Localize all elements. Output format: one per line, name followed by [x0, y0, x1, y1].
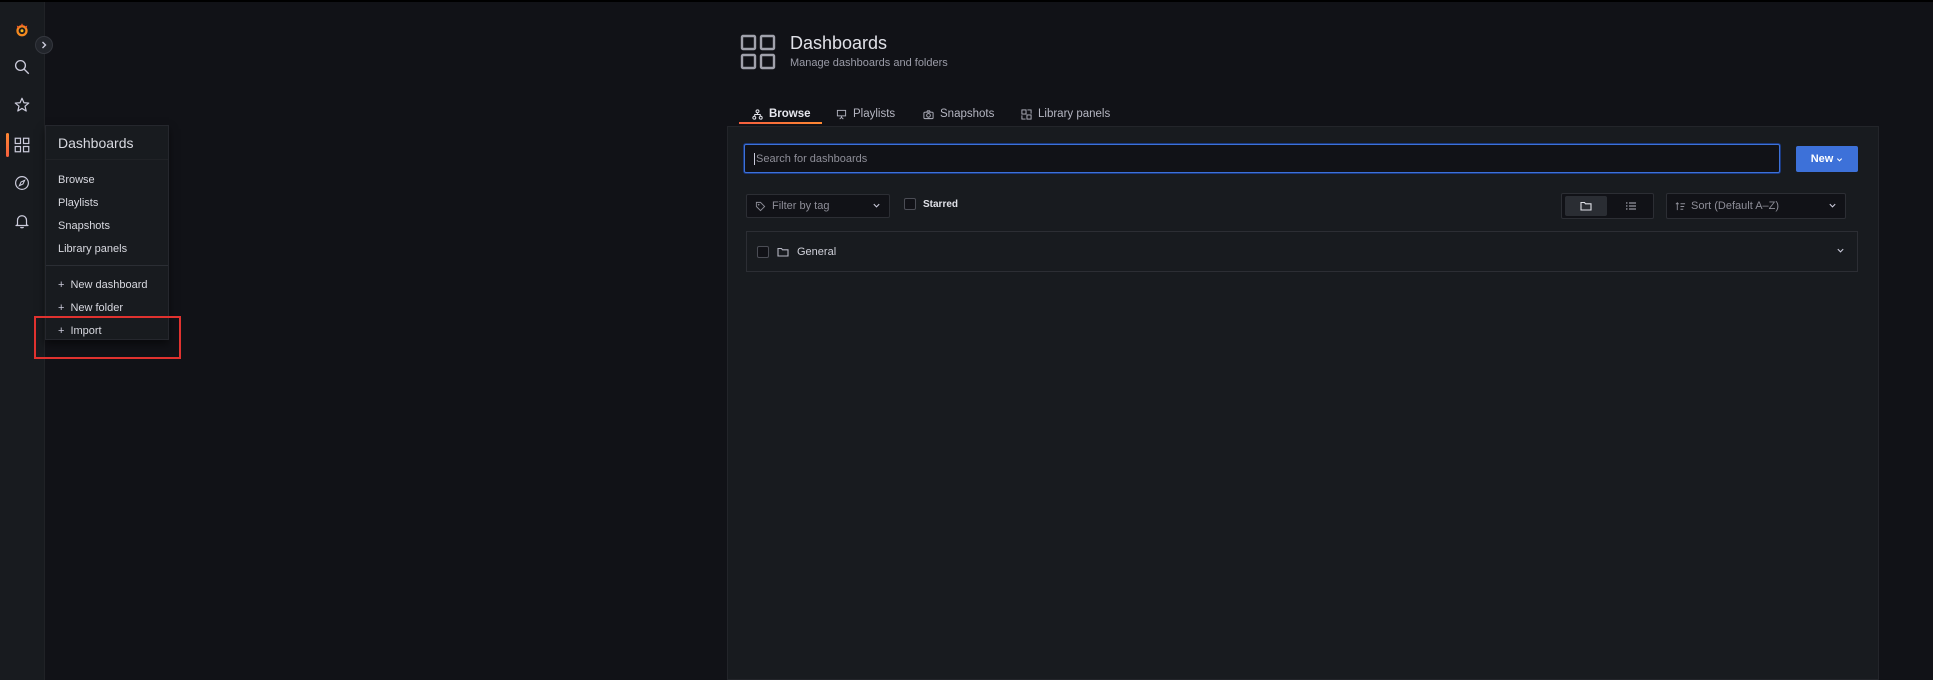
active-indicator	[6, 133, 9, 157]
flyout-item-label: New folder	[70, 302, 124, 314]
sort-select[interactable]: Sort (Default A–Z)	[1666, 193, 1846, 219]
presentation-icon	[836, 109, 847, 119]
flyout-item-snapshots[interactable]: Snapshots	[58, 220, 110, 232]
annotation-highlight-box	[34, 316, 181, 359]
sort-label: Sort (Default A–Z)	[1691, 200, 1780, 212]
page-subtitle: Manage dashboards and folders	[790, 57, 948, 69]
sitemap-icon	[752, 108, 763, 120]
divider	[46, 159, 168, 160]
flyout-item-library-panels[interactable]: Library panels	[58, 243, 127, 255]
new-button[interactable]: New	[1796, 146, 1858, 172]
flyout-item-new-dashboard[interactable]: + New dashboard	[58, 279, 148, 291]
starred-checkbox[interactable]	[904, 198, 916, 210]
flyout-item-playlists[interactable]: Playlists	[58, 197, 98, 209]
flyout-item-browse[interactable]: Browse	[58, 174, 95, 186]
flyout-title[interactable]: Dashboards	[58, 135, 134, 151]
tag-filter-placeholder: Filter by tag	[772, 200, 830, 212]
tab-library-panels[interactable]: Library panels	[1021, 103, 1110, 125]
folder-row-general[interactable]: General	[746, 231, 1858, 272]
folder-icon	[1580, 201, 1592, 211]
folder-name: General	[797, 245, 837, 258]
plus-icon: +	[58, 302, 65, 314]
active-tab-underline	[739, 122, 822, 124]
flyout-item-label: New dashboard	[70, 279, 148, 291]
tag-filter-select[interactable]: Filter by tag	[746, 194, 890, 218]
folder-icon	[777, 247, 789, 257]
chevron-right-icon	[42, 41, 47, 49]
list-view-button[interactable]	[1610, 196, 1652, 216]
page-title: Dashboards	[790, 33, 888, 53]
tab-label: Library panels	[1038, 108, 1111, 120]
starred-label: Starred	[923, 198, 959, 210]
dashboards-icon	[740, 34, 776, 70]
flyout-item-new-folder[interactable]: + New folder	[58, 302, 123, 314]
explore-compass-icon[interactable]	[10, 171, 34, 195]
tab-playlists[interactable]: Playlists	[836, 103, 895, 125]
sort-icon	[1675, 201, 1686, 210]
tag-icon	[755, 201, 766, 211]
dashboards-flyout-menu: Dashboards Browse Playlists Snapshots Li…	[45, 125, 169, 340]
chevron-down-icon	[1829, 203, 1836, 208]
chevron-down-icon[interactable]	[1836, 246, 1845, 255]
text-caret	[754, 152, 755, 165]
camera-icon	[923, 109, 934, 119]
search-input[interactable]: Search for dashboards	[744, 144, 1780, 173]
divider	[46, 265, 168, 266]
view-mode-toggle	[1561, 193, 1654, 219]
alerting-bell-icon[interactable]	[10, 209, 34, 233]
star-icon[interactable]	[10, 93, 34, 117]
starred-filter[interactable]: Starred	[904, 198, 958, 210]
chevron-down-icon	[1837, 157, 1843, 162]
dashboards-icon[interactable]	[10, 133, 34, 157]
chevron-down-icon	[873, 203, 880, 208]
new-button-label: New	[1810, 153, 1834, 165]
search-icon[interactable]	[10, 55, 34, 79]
tab-label: Playlists	[853, 108, 896, 120]
library-panels-icon	[1021, 108, 1032, 120]
tab-label: Snapshots	[940, 108, 995, 120]
folder-checkbox[interactable]	[757, 245, 769, 258]
tab-snapshots[interactable]: Snapshots	[923, 103, 994, 125]
tab-label: Browse	[769, 108, 811, 120]
search-placeholder: Search for dashboards	[756, 152, 868, 165]
window-top-border	[0, 0, 1933, 2]
grafana-logo-icon[interactable]	[10, 18, 34, 42]
plus-icon: +	[58, 279, 65, 291]
list-icon	[1626, 202, 1636, 210]
dock-menu-button[interactable]	[35, 36, 53, 54]
folder-view-button[interactable]	[1565, 196, 1607, 216]
